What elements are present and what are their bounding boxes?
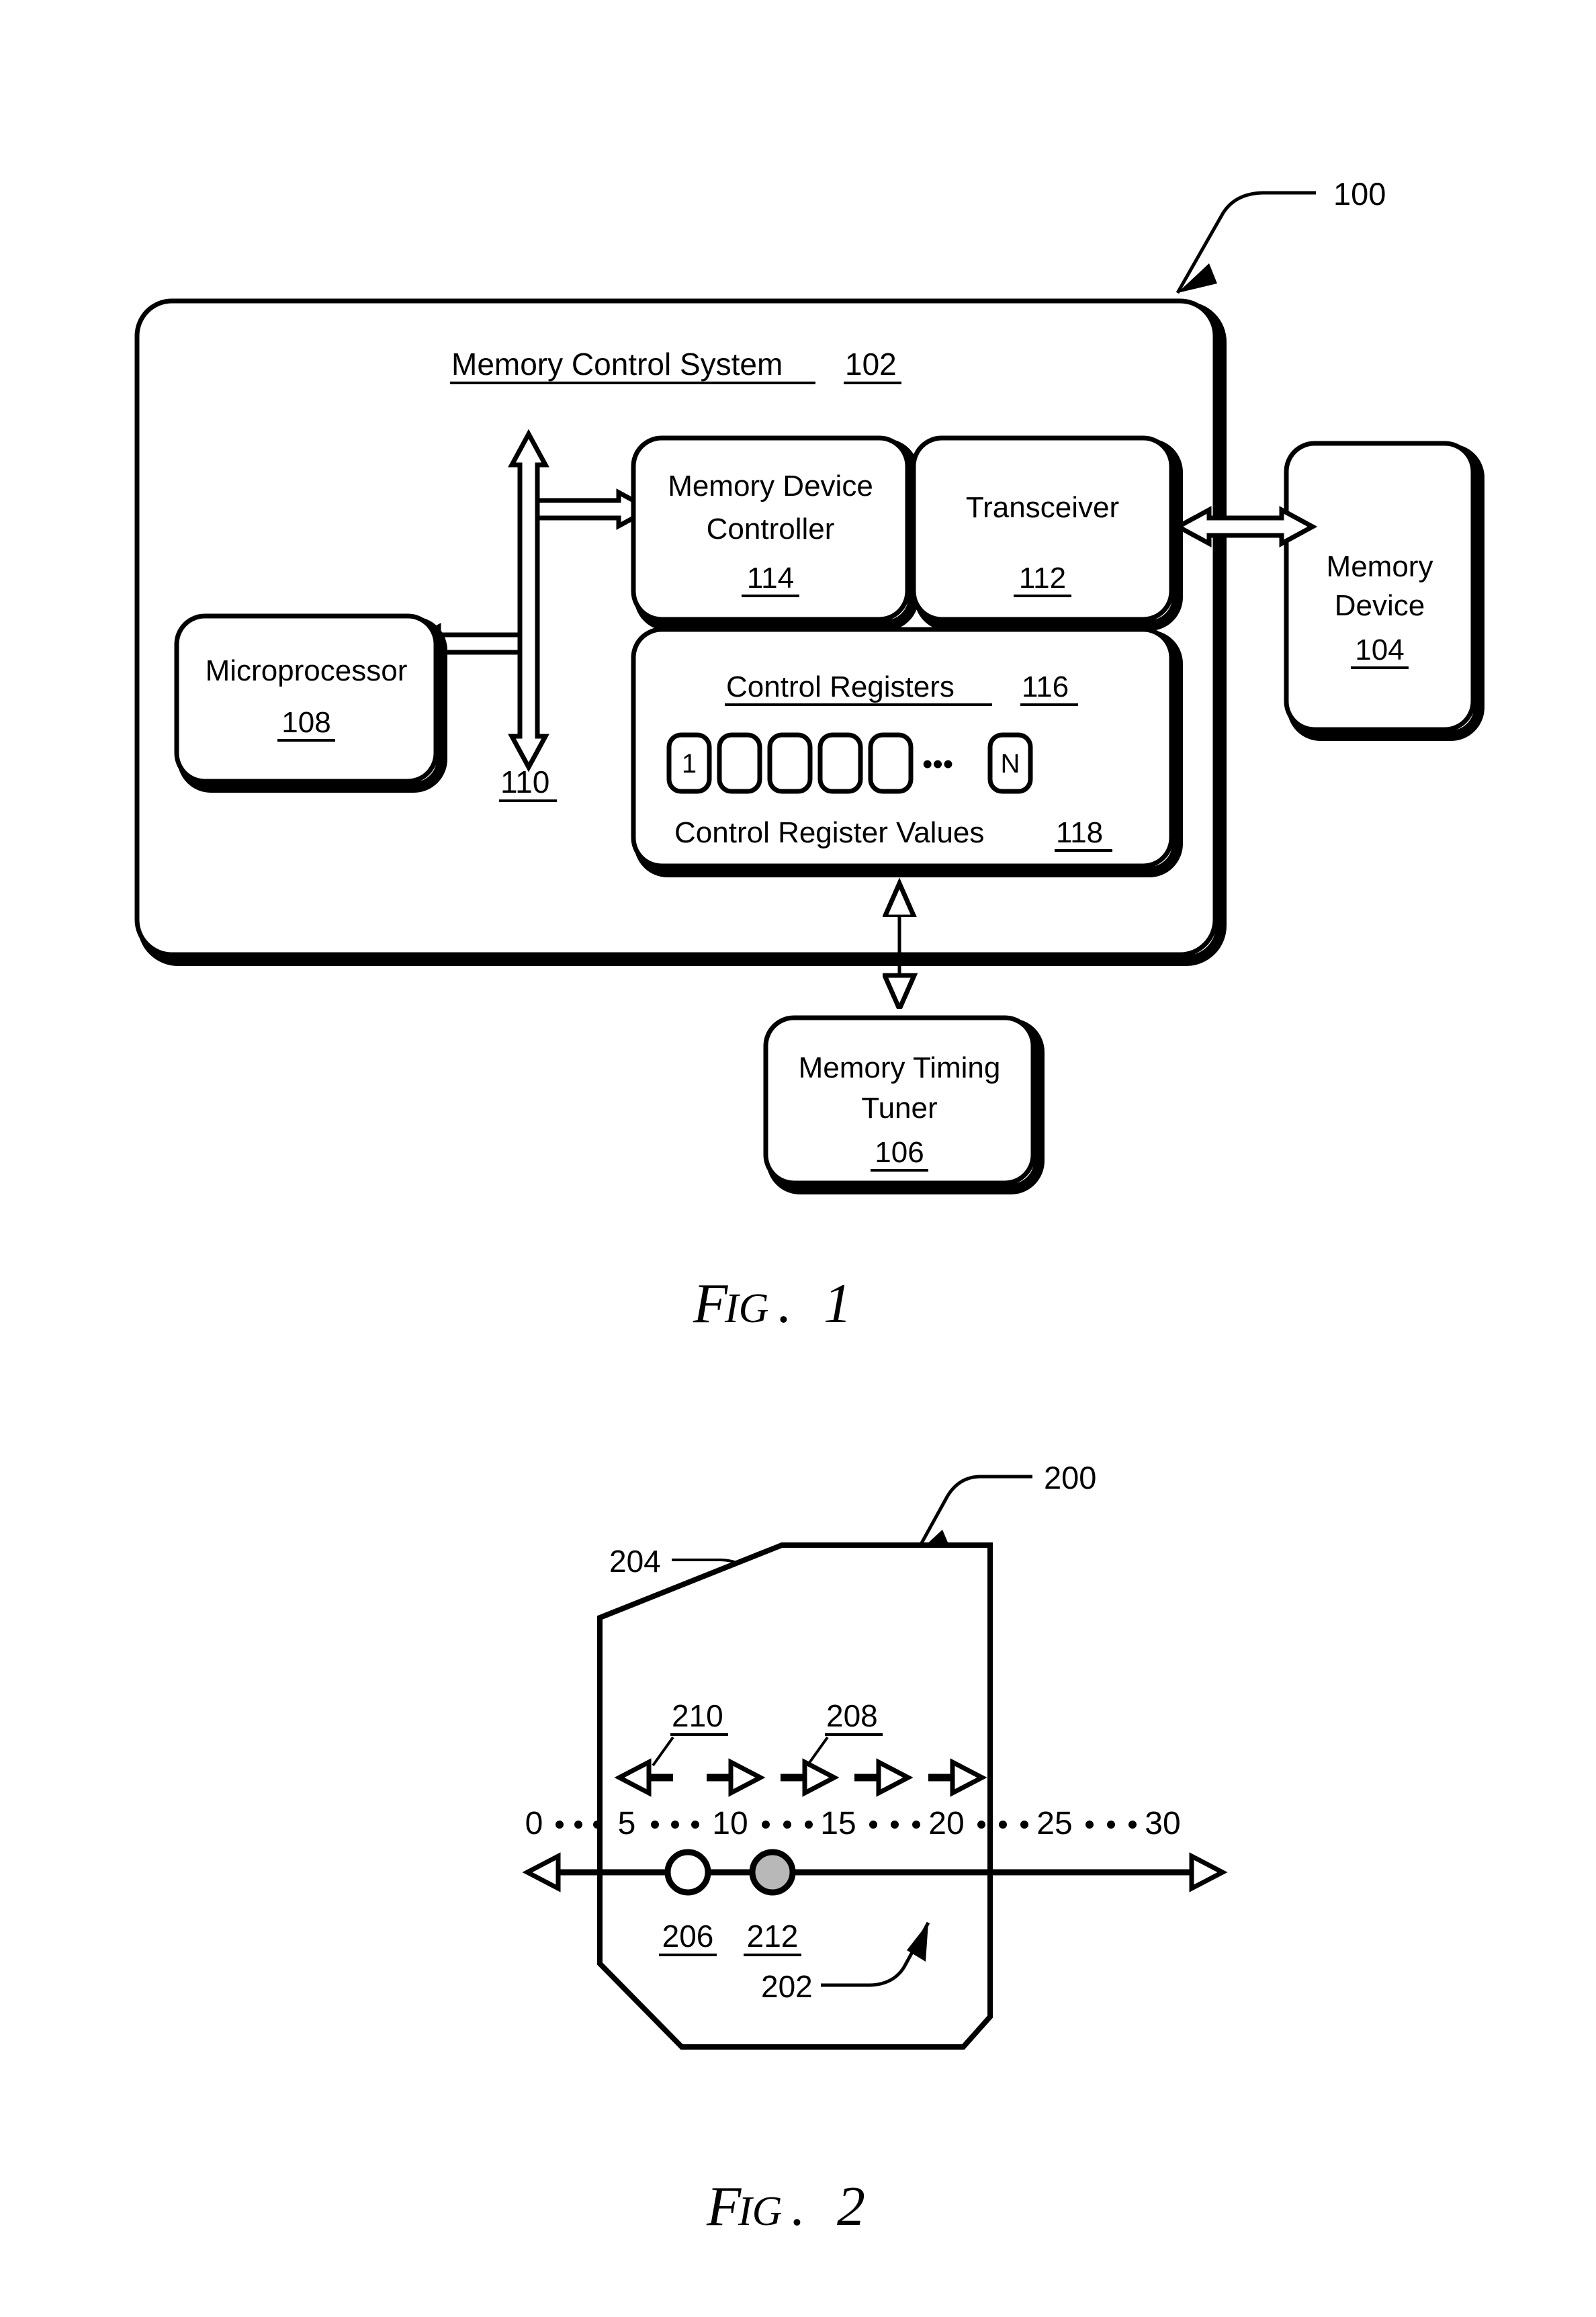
memory-device-controller-label-line2: Controller bbox=[707, 513, 835, 545]
transceiver-memory-device-link bbox=[1173, 506, 1318, 548]
ref-label-200: 200 bbox=[1044, 1460, 1096, 1495]
control-registers-title: Control Registers bbox=[726, 670, 955, 703]
register-cell[interactable] bbox=[767, 732, 813, 794]
ref-label-204: 204 bbox=[609, 1544, 661, 1579]
memory-control-system-title: Memory Control System bbox=[451, 347, 783, 382]
figure-1-caption: F IG . 1 bbox=[693, 1272, 852, 1335]
patent-drawing-sheet: 100 Memory Control System 102 110 Microp… bbox=[0, 0, 1596, 2317]
figure-2-caption-ig: IG bbox=[738, 2189, 782, 2234]
axis-right-arrowhead bbox=[1189, 1852, 1228, 1892]
figure-2: 200 204 210 208 0 5 10 15 20 25 30 206 2… bbox=[522, 1460, 1228, 2238]
ref-label-206: 206 bbox=[662, 1919, 714, 1954]
figure-1: 100 Memory Control System 102 110 Microp… bbox=[134, 176, 1484, 1335]
memory-timing-tuner-label-line2: Tuner bbox=[861, 1092, 937, 1125]
scale-tick-label: 30 bbox=[1145, 1806, 1180, 1841]
microprocessor-ref: 108 bbox=[281, 706, 330, 739]
transceiver-ref: 112 bbox=[1019, 562, 1066, 595]
memory-device-label-line1: Memory bbox=[1327, 550, 1433, 583]
figure-2-caption-number: 2 bbox=[837, 2175, 865, 2238]
ref-label-100: 100 bbox=[1333, 176, 1386, 212]
ref-leader-100 bbox=[1176, 191, 1316, 294]
memory-device-controller-ref: 114 bbox=[747, 562, 794, 595]
register-ellipsis: ••• bbox=[922, 748, 953, 781]
bus-ref-110: 110 bbox=[500, 764, 549, 799]
figure-2-caption-dot: . bbox=[791, 2175, 805, 2238]
scale-tick-label: 5 bbox=[618, 1806, 636, 1841]
control-register-values-title: Control Register Values bbox=[674, 816, 984, 849]
memory-device-controller-label-line1: Memory Device bbox=[668, 470, 873, 502]
microprocessor-label: Microprocessor bbox=[206, 654, 408, 687]
figure-1-caption-dot: . bbox=[778, 1272, 792, 1335]
scale-tick-label: 25 bbox=[1036, 1806, 1072, 1841]
scale-tick-label: 20 bbox=[928, 1806, 964, 1841]
ref-label-208: 208 bbox=[826, 1698, 878, 1733]
scale-tick-label: 15 bbox=[820, 1806, 856, 1841]
axis-left-arrowhead bbox=[522, 1852, 561, 1892]
memory-device-box[interactable] bbox=[1284, 441, 1476, 732]
register-cell-value-n: N bbox=[1001, 749, 1020, 779]
ref-label-212: 212 bbox=[747, 1919, 799, 1954]
memory-control-system-ref: 102 bbox=[845, 347, 897, 382]
drawing-canvas: 100 Memory Control System 102 110 Microp… bbox=[134, 176, 1484, 2238]
transceiver-label: Transceiver bbox=[966, 491, 1119, 524]
ref-label-202: 202 bbox=[761, 1969, 813, 2004]
memory-device-label-line2: Device bbox=[1335, 589, 1425, 622]
figure-2-caption-f: F bbox=[706, 2175, 742, 2238]
memory-device-ref: 104 bbox=[1355, 633, 1404, 666]
number-line-scale: 0 5 10 15 20 25 30 bbox=[525, 1806, 1181, 1841]
figure-1-caption-ig: IG bbox=[724, 1286, 768, 1331]
ref-label-210: 210 bbox=[672, 1698, 723, 1733]
memory-timing-tuner-ref: 106 bbox=[875, 1136, 924, 1169]
marker-current-value-206[interactable] bbox=[664, 1849, 711, 1896]
control-registers-ref: 116 bbox=[1022, 670, 1069, 703]
memory-timing-tuner-label-line1: Memory Timing bbox=[799, 1051, 1001, 1084]
register-cell-value-1: 1 bbox=[682, 749, 697, 779]
control-register-values-ref: 118 bbox=[1056, 816, 1103, 849]
figure-1-caption-f: F bbox=[693, 1272, 729, 1335]
microprocessor-box[interactable] bbox=[174, 613, 439, 784]
scale-tick-label: 10 bbox=[712, 1806, 748, 1841]
register-cell[interactable] bbox=[817, 732, 863, 794]
marker-selected-value-212[interactable] bbox=[749, 1849, 796, 1896]
scale-tick-label: 0 bbox=[525, 1806, 543, 1841]
register-cell[interactable] bbox=[868, 732, 914, 794]
register-cell[interactable] bbox=[717, 732, 762, 794]
figure-2-caption: F IG . 2 bbox=[706, 2175, 865, 2238]
figure-1-caption-number: 1 bbox=[824, 1272, 852, 1335]
